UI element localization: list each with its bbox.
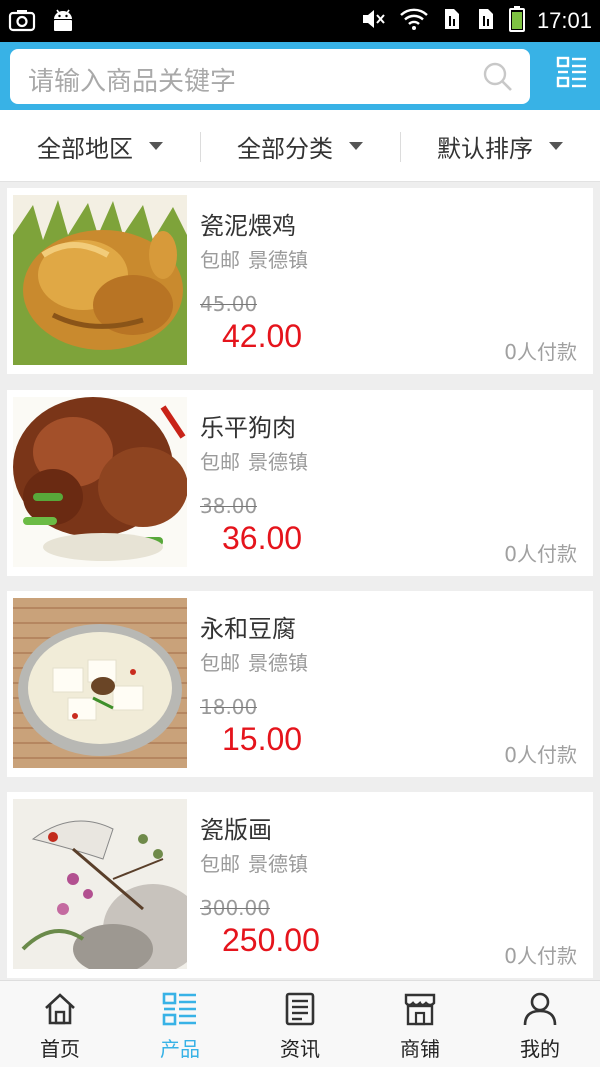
filter-sort-label: 默认排序 [437, 134, 533, 163]
bottom-nav: 首页 产品 资讯 商铺 我的 [0, 980, 600, 1067]
paid-count: 0人付款 [504, 542, 577, 566]
filter-category[interactable]: 全部分类 [200, 110, 400, 182]
strikethrough-line [200, 908, 270, 909]
product-card[interactable]: 永和豆腐 包邮 景德镇 18.00 15.00 0人付款 [7, 591, 593, 777]
wifi-icon [399, 7, 429, 35]
chevron-down-icon [549, 142, 563, 150]
chevron-down-icon [149, 142, 163, 150]
location-tag: 景德镇 [248, 852, 308, 876]
profile-icon [523, 992, 557, 1026]
screenshot-icon [8, 8, 36, 36]
product-name: 瓷版画 [200, 816, 272, 844]
strikethrough-line [200, 304, 258, 305]
original-price: 38.00 [200, 494, 258, 518]
product-card[interactable]: 瓷泥煨鸡 包邮 景德镇 45.00 42.00 0人付款 [7, 188, 593, 374]
search-icon[interactable] [482, 61, 514, 97]
original-price: 300.00 [200, 896, 270, 920]
product-list: 瓷泥煨鸡 包邮 景德镇 45.00 42.00 0人付款 乐平狗肉 包邮 景德镇… [0, 188, 600, 980]
paid-count: 0人付款 [504, 743, 577, 767]
paid-count: 0人付款 [504, 944, 577, 968]
battery-icon [508, 6, 525, 36]
product-meta: 包邮 景德镇 [200, 446, 308, 475]
product-image[interactable] [13, 598, 187, 768]
product-name: 永和豆腐 [200, 615, 296, 643]
product-meta: 包邮 景德镇 [200, 848, 308, 877]
category-menu-icon[interactable] [556, 56, 588, 92]
product-meta: 包邮 景德镇 [200, 244, 308, 273]
sale-price: 15.00 [222, 721, 303, 757]
product-meta: 包邮 景德镇 [200, 647, 308, 676]
location-tag: 景德镇 [248, 651, 308, 675]
shipping-tag: 包邮 [200, 852, 240, 876]
nav-news-label: 资讯 [280, 1037, 320, 1061]
search-input[interactable]: 请输入商品关键字 [10, 49, 530, 104]
sim-signal-icon-2 [475, 7, 497, 35]
location-tag: 景德镇 [248, 450, 308, 474]
mute-icon [361, 7, 387, 35]
nav-products[interactable]: 产品 [120, 981, 240, 1067]
product-image[interactable] [13, 397, 187, 567]
nav-news[interactable]: 资讯 [240, 981, 360, 1067]
status-bar: 17:01 [0, 0, 600, 42]
android-icon [50, 8, 76, 36]
filter-sort[interactable]: 默认排序 [400, 110, 600, 182]
nav-shop-label: 商铺 [400, 1037, 440, 1061]
sale-price: 36.00 [222, 520, 303, 556]
filter-region[interactable]: 全部地区 [0, 110, 200, 182]
search-header: 请输入商品关键字 [0, 42, 600, 110]
product-card[interactable]: 瓷版画 包邮 景德镇 300.00 250.00 0人付款 [7, 792, 593, 978]
strikethrough-line [200, 506, 258, 507]
original-price: 45.00 [200, 292, 258, 316]
home-icon [45, 993, 75, 1025]
nav-products-label: 产品 [160, 1037, 200, 1061]
product-card[interactable]: 乐平狗肉 包邮 景德镇 38.00 36.00 0人付款 [7, 390, 593, 576]
product-name: 瓷泥煨鸡 [200, 212, 296, 240]
status-time: 17:01 [536, 8, 592, 33]
nav-home[interactable]: 首页 [0, 981, 120, 1067]
filter-bar: 全部地区 全部分类 默认排序 [0, 110, 600, 182]
original-price: 18.00 [200, 695, 258, 719]
product-grid-icon [162, 992, 196, 1026]
search-placeholder: 请输入商品关键字 [28, 67, 237, 97]
sim-signal-icon [441, 7, 463, 35]
filter-region-label: 全部地区 [37, 134, 133, 163]
location-tag: 景德镇 [248, 248, 308, 272]
strikethrough-line [200, 707, 258, 708]
shipping-tag: 包邮 [200, 248, 240, 272]
paid-count: 0人付款 [504, 340, 577, 364]
sale-price: 250.00 [222, 922, 320, 958]
shipping-tag: 包邮 [200, 450, 240, 474]
product-image[interactable] [13, 799, 187, 969]
sale-price: 42.00 [222, 318, 303, 354]
product-name: 乐平狗肉 [200, 414, 296, 442]
nav-profile-label: 我的 [520, 1037, 560, 1061]
news-icon [285, 992, 315, 1026]
shop-icon [404, 993, 436, 1026]
nav-profile[interactable]: 我的 [480, 981, 600, 1067]
nav-shop[interactable]: 商铺 [360, 981, 480, 1067]
nav-home-label: 首页 [40, 1037, 80, 1061]
product-image[interactable] [13, 195, 187, 365]
filter-category-label: 全部分类 [237, 134, 333, 163]
shipping-tag: 包邮 [200, 651, 240, 675]
chevron-down-icon [349, 142, 363, 150]
